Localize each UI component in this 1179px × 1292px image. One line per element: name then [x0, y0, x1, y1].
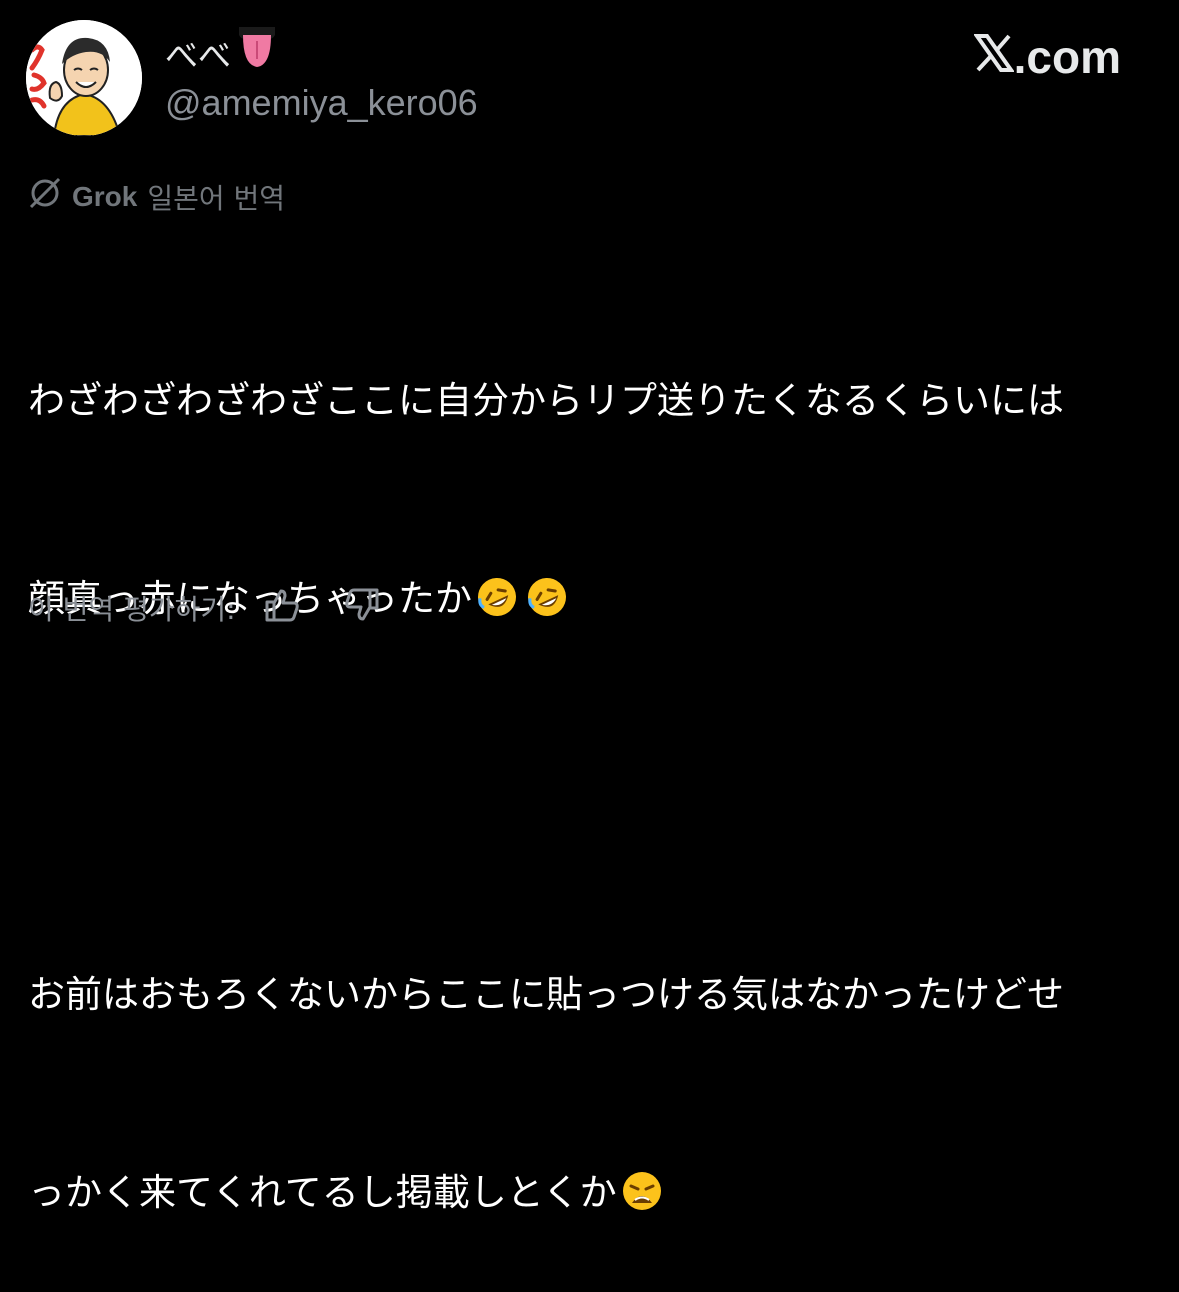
thumbs-down-icon — [343, 586, 381, 631]
translation-language: 일본어 번역 — [147, 181, 286, 215]
tweet-line-text: っかく来てくれてるし掲載しとくか — [28, 1171, 617, 1214]
tongue-emoji-icon — [237, 27, 277, 79]
rate-translation-label: 이 번역 평가하기: — [28, 593, 236, 626]
site-logo: .com — [972, 30, 1121, 84]
weary-emoji-icon — [620, 1168, 664, 1212]
user-handle[interactable]: @amemiya_kero06 — [165, 82, 478, 124]
rate-translation: 이 번역 평가하기: — [28, 586, 416, 630]
thumbs-up-button[interactable] — [256, 586, 308, 630]
thumbs-down-button[interactable] — [336, 586, 388, 630]
display-name[interactable]: べべ — [165, 27, 277, 75]
tweet-line: お前はおもろくないからここに貼っつける気はなかったけどせ — [28, 973, 1064, 1016]
tweet-text: わざわざわざわざここに自分からリプ送りたくなるくらいには 顔真っ赤になっちゃった… — [28, 236, 1148, 1292]
avatar[interactable] — [26, 20, 142, 136]
tweet-line: わざわざわざわざここに自分からリプ送りたくなるくらいには — [28, 379, 1064, 422]
thumbs-up-icon — [263, 586, 301, 631]
tweet-line: っかく来てくれてるし掲載しとくか — [28, 1160, 1148, 1226]
translation-label: Grok 일본어 번역 — [28, 176, 285, 217]
x-logo-icon — [972, 30, 1015, 84]
avatar-illustration — [26, 20, 142, 136]
rofl-emoji-icon — [475, 574, 519, 618]
translation-provider: Grok — [72, 180, 138, 212]
grok-icon — [28, 176, 62, 217]
site-suffix: .com — [1013, 31, 1121, 83]
display-name-text: べべ — [165, 36, 231, 75]
rofl-emoji-icon — [525, 574, 569, 618]
